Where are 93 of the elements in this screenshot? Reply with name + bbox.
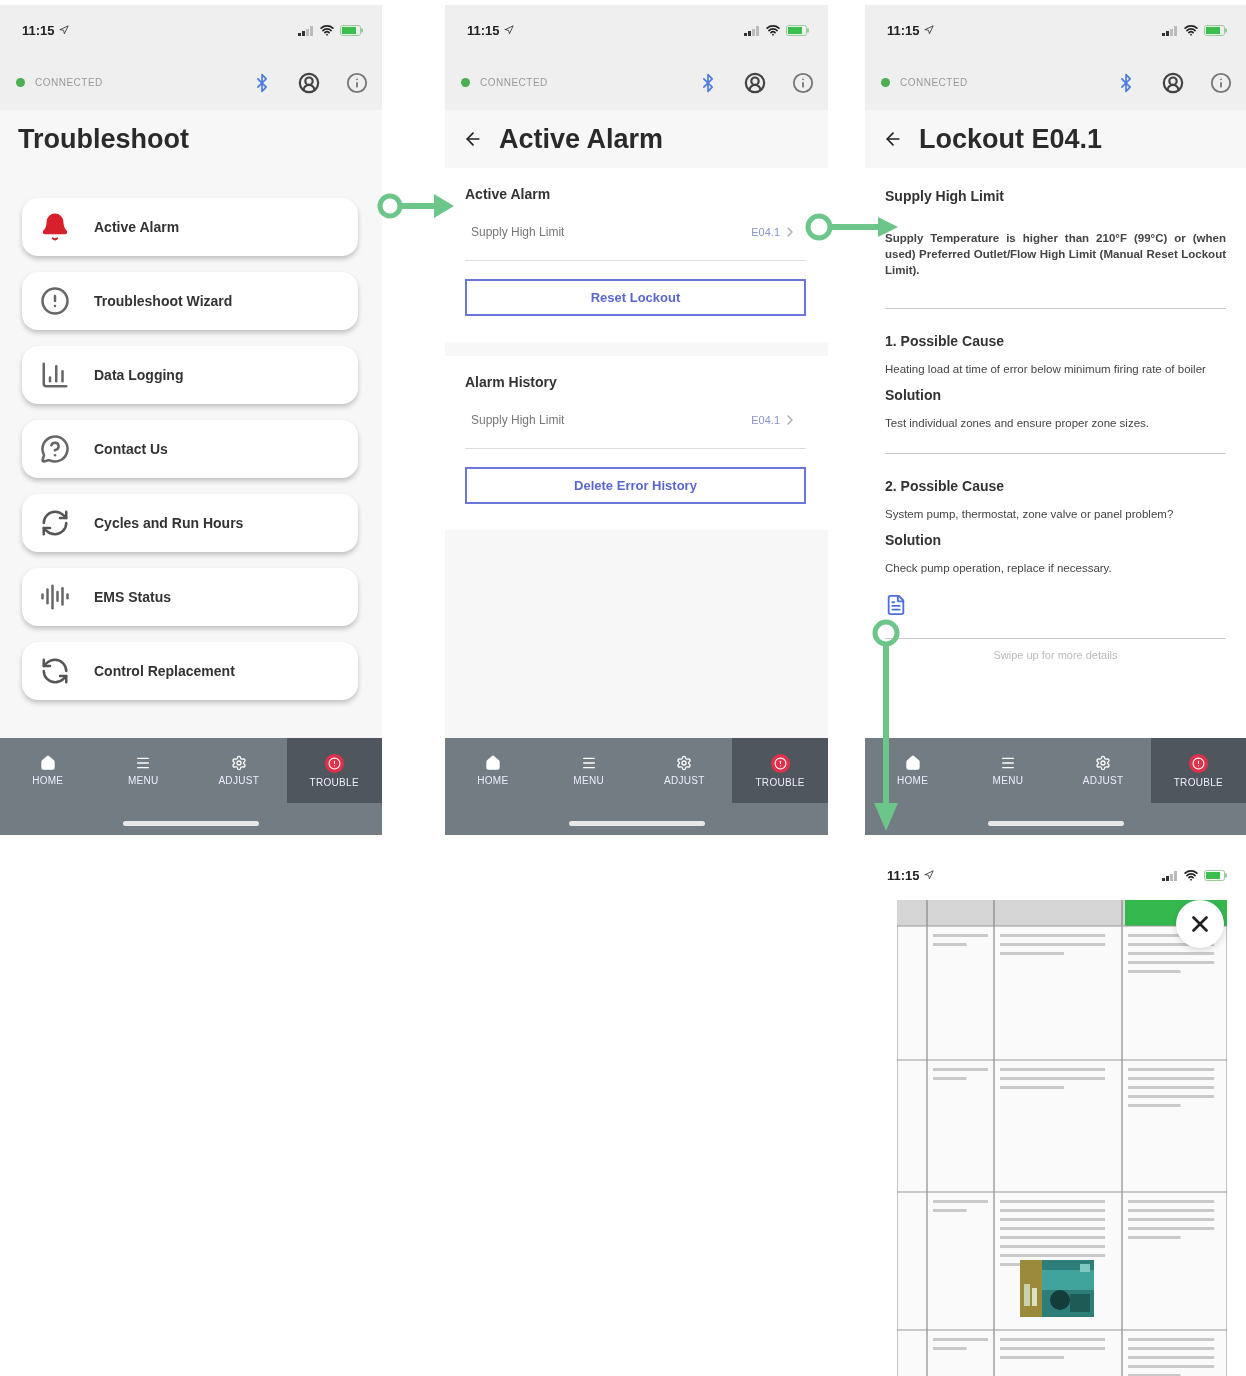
info-icon[interactable]: [346, 71, 368, 94]
menu-icon: [135, 755, 152, 771]
nav-tab[interactable]: MENU: [540, 738, 637, 803]
alarm-row[interactable]: Supply High Limit E04.1: [465, 224, 806, 261]
solution-text: Check pump operation, replace if necessary.: [885, 561, 1113, 576]
menu-card[interactable]: Control Replacement: [22, 642, 358, 700]
screen-title: Active Alarm: [499, 123, 664, 155]
solution-text: Test individual zones and ensure proper zone sizes.: [885, 416, 1151, 431]
status-time: 11:15: [22, 22, 55, 38]
connection-status-dot: [16, 78, 25, 87]
location-icon: [923, 870, 934, 880]
battery-icon: [786, 24, 810, 36]
alert-icon: [40, 286, 70, 316]
error-code: E04.1: [751, 226, 780, 238]
wifi-icon: [766, 23, 780, 37]
signal-icon: [1162, 24, 1178, 36]
settings-icon: [230, 755, 247, 771]
home-icon: [484, 755, 501, 771]
cause-heading: 1. Possible Cause: [885, 333, 1006, 349]
menu-card[interactable]: EMS Status: [22, 568, 358, 626]
nav-tab[interactable]: HOME: [0, 738, 96, 803]
section-heading: Alarm History: [465, 374, 558, 390]
info-icon[interactable]: [1210, 71, 1232, 94]
signal-icon: [744, 24, 760, 36]
section-heading: Active Alarm: [465, 186, 552, 202]
battery-icon: [1204, 869, 1228, 881]
outline-button[interactable]: Reset Lockout: [465, 279, 806, 316]
battery-icon: [1204, 24, 1228, 36]
settings-icon: [1095, 755, 1112, 771]
nav-tab[interactable]: ADJUST: [636, 738, 733, 803]
menu-icon: [999, 755, 1016, 771]
menu-card[interactable]: Contact Us: [22, 420, 358, 478]
alert-badge-icon: [770, 753, 790, 773]
solution-heading: Solution: [885, 387, 942, 403]
cause-text: System pump, thermostat, zone valve or panel problem?: [885, 507, 1175, 522]
status-time: 11:15: [467, 22, 500, 38]
settings-icon: [676, 755, 693, 771]
swipe-hint: Swipe up for more details: [992, 648, 1119, 663]
menu-card[interactable]: Active Alarm: [22, 198, 358, 256]
solution-heading: Solution: [885, 532, 942, 548]
swap-icon: [40, 656, 70, 686]
nav-tab[interactable]: ADJUST: [1055, 738, 1151, 803]
nav-tab[interactable]: TROUBLE: [1150, 738, 1246, 803]
alert-badge-icon: [1188, 753, 1208, 773]
error-name: Supply High Limit: [885, 188, 1005, 204]
account-icon[interactable]: [298, 71, 320, 94]
bars-icon: [40, 582, 70, 612]
nav-tab[interactable]: HOME: [445, 738, 541, 803]
document-icon[interactable]: [885, 594, 907, 616]
home-icon: [904, 755, 921, 771]
location-icon: [923, 25, 934, 35]
alarm-row[interactable]: Supply High Limit E04.1: [465, 412, 806, 449]
nav-tab[interactable]: ADJUST: [191, 738, 287, 803]
wifi-icon: [1184, 868, 1198, 882]
menu-card[interactable]: Troubleshoot Wizard: [22, 272, 358, 330]
nav-tab[interactable]: TROUBLE: [732, 738, 828, 803]
home-icon: [39, 755, 56, 771]
info-icon[interactable]: [792, 71, 814, 94]
connection-status-dot: [461, 78, 470, 87]
outline-button[interactable]: Delete Error History: [465, 467, 806, 504]
nav-tab[interactable]: TROUBLE: [286, 738, 382, 803]
battery-icon: [340, 24, 364, 36]
cause-text: Heating load at time of error below minimum firing rate of boiler: [885, 362, 1207, 377]
connection-status: CONNECTED: [35, 77, 103, 88]
bar-chart-icon: [40, 360, 70, 390]
wifi-icon: [1184, 23, 1198, 37]
wifi-icon: [320, 23, 334, 37]
connection-status: CONNECTED: [900, 77, 968, 88]
menu-card[interactable]: Data Logging: [22, 346, 358, 404]
cycle-icon: [40, 508, 70, 538]
bell-icon: [40, 212, 70, 242]
menu-card[interactable]: Cycles and Run Hours: [22, 494, 358, 552]
status-time: 11:15: [887, 867, 920, 883]
screen-title: Troubleshoot: [18, 123, 189, 155]
signal-icon: [298, 24, 314, 36]
connection-status: CONNECTED: [480, 77, 548, 88]
screen-title: Lockout E04.1: [919, 123, 1103, 155]
nav-tab[interactable]: MENU: [960, 738, 1056, 803]
nav-tab[interactable]: HOME: [865, 738, 961, 803]
account-icon[interactable]: [744, 71, 766, 94]
error-code: E04.1: [751, 414, 780, 426]
location-icon: [503, 25, 514, 35]
cause-heading: 2. Possible Cause: [885, 478, 1006, 494]
account-icon[interactable]: [1162, 71, 1184, 94]
status-time: 11:15: [887, 22, 920, 38]
nav-tab[interactable]: MENU: [95, 738, 191, 803]
location-icon: [58, 25, 69, 35]
connection-status-dot: [881, 78, 890, 87]
signal-icon: [1162, 869, 1178, 881]
error-description: Supply Temperature is higher than 210°F (99°C) or (when used) Preferred Outlet/Flow High Limit (Manual Reset Lockout Limit).: [885, 231, 1226, 278]
help-icon: [40, 434, 70, 464]
alert-badge-icon: [324, 753, 344, 773]
menu-icon: [580, 755, 597, 771]
